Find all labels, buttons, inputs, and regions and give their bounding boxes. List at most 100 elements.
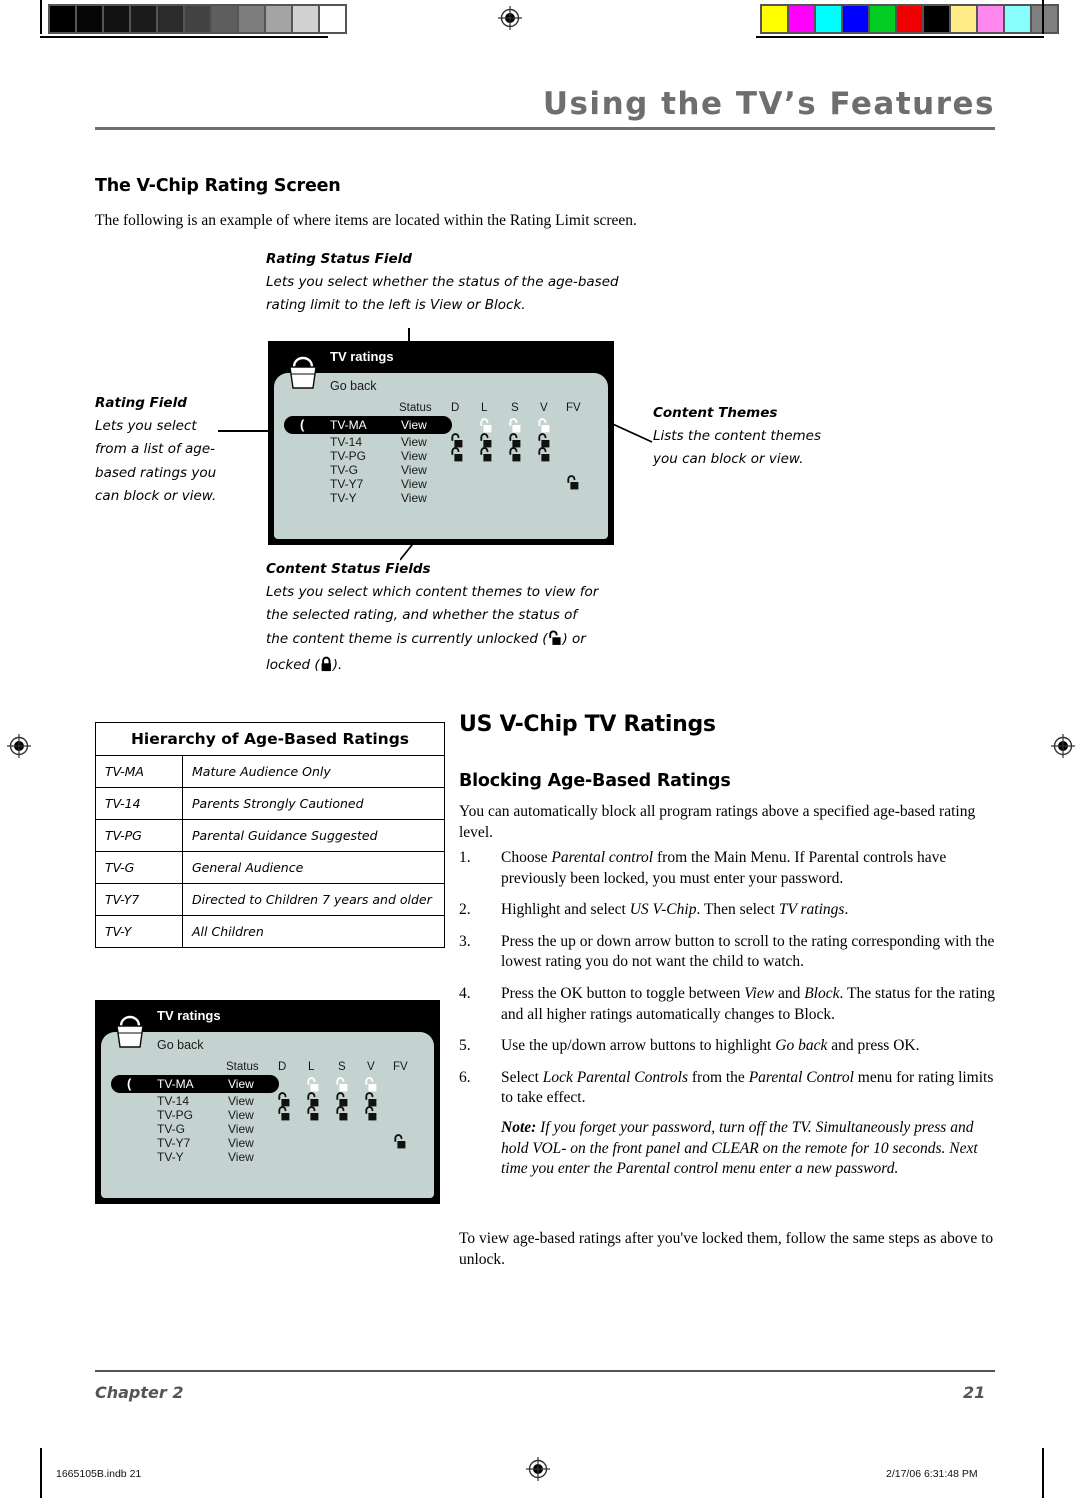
list-item-text-post: . [844,901,849,919]
table-cell-code: TV-14 [95,787,183,820]
unlocked-lock-icon[interactable] [392,1133,407,1155]
osd-go-back-item[interactable]: Go back [330,379,377,393]
list-item-emphasis-2: Parental Control [748,1068,854,1086]
print-file-name: 1665105B.indb 21 [56,1468,142,1480]
crop-mark-top-right-h [756,36,1044,38]
crop-mark-top-left-h [40,36,328,38]
table-cell-code: TV-G [95,851,183,884]
grayscale-calibration-bar [48,4,347,34]
locked-lock-icon [320,656,333,680]
blocking-steps-list: 1. Choose Parental control from the Main… [459,848,999,1191]
subheading-blocking-age-based-ratings: Blocking Age-Based Ratings [459,771,731,791]
gray-swatch-2 [104,6,129,32]
unlocked-lock-icon[interactable] [507,446,522,468]
osd-col-header-l: L [308,1061,315,1073]
table-cell-desc: Directed to Children 7 years and older [182,883,445,916]
unlocked-lock-icon[interactable] [536,446,551,468]
osd-row-label: TV-MA [157,1077,194,1091]
table-row: TV-G General Audience [95,851,445,884]
list-item-text-pre: Select [501,1068,543,1086]
registration-mark-right [1050,733,1076,759]
color-swatch-5 [897,6,922,32]
list-item-text-pre: Press the up or down arrow button to scr… [501,932,995,971]
osd-row-status[interactable]: View [228,1108,254,1122]
osd-selection-marker: ( [127,1076,132,1091]
gray-swatch-0 [50,6,75,32]
osd-row-highlight[interactable]: ( TV-MA View [111,1075,279,1093]
table-cell-code: TV-MA [95,755,183,788]
unlocked-lock-icon [547,630,562,654]
leader-line-rating-status-vertical [408,328,410,342]
callout-line-1: Lets you select [95,418,197,435]
print-timestamp: 2/17/06 6:31:48 PM [886,1468,978,1480]
gray-swatch-1 [77,6,102,32]
osd-row-status[interactable]: View [228,1122,254,1136]
color-calibration-bar [760,4,1059,34]
list-item-emphasis-2: TV ratings [778,901,845,919]
osd-row-status[interactable]: View [401,477,427,491]
osd-row-label: TV-PG [157,1108,194,1122]
color-swatch-0 [762,6,787,32]
callout-title: Rating Field [95,395,187,411]
table-row: TV-Y All Children [95,915,445,948]
callout-line-2: you can block or view. [653,451,804,468]
crop-mark-bottom-left [40,1448,42,1498]
color-swatch-6 [924,6,949,32]
registration-mark-bottom-center [525,1456,551,1482]
osd-row-label: TV-G [157,1122,186,1136]
osd-row-status[interactable]: View [401,435,427,449]
color-swatch-10 [1032,6,1057,32]
list-item-emphasis-1: View [744,985,775,1003]
color-swatch-1 [789,6,814,32]
callout-line-3: the content theme is currently unlocked … [266,628,666,654]
table-header-row: Hierarchy of Age-Based Ratings [95,722,445,756]
osd-panel [101,1032,434,1198]
unlocked-lock-icon[interactable] [449,446,464,468]
gray-swatch-8 [266,6,291,32]
callout-rating-status-field: Rating Status Field Lets you select whet… [266,248,666,318]
table-cell-desc: Mature Audience Only [182,755,445,788]
list-item-number: 6. [459,1068,471,1086]
table-row: TV-Y7 Directed to Children 7 years and o… [95,883,445,916]
list-item-emphasis-1: Lock Parental Controls [542,1068,688,1086]
osd-go-back-item[interactable]: Go back [157,1038,204,1052]
osd-row-label: TV-Y7 [157,1136,191,1150]
unlocked-lock-icon[interactable] [334,1105,349,1127]
osd-row-status[interactable]: View [401,491,427,505]
osd-row-label: TV-MA [330,418,367,432]
osd-col-header-status: Status [226,1061,259,1073]
closing-paragraph: To view age-based ratings after you've l… [459,1230,994,1268]
unlocked-lock-icon[interactable] [565,474,580,496]
callout-title: Rating Status Field [266,251,412,267]
osd-row-status[interactable]: View [228,1094,254,1108]
gray-swatch-4 [158,6,183,32]
osd-row-status[interactable]: View [401,463,427,477]
table-row: TV-PG Parental Guidance Suggested [95,819,445,852]
unlocked-lock-icon[interactable] [276,1105,291,1127]
osd-row-status[interactable]: View [228,1077,254,1091]
osd-row-label: TV-Y7 [330,477,364,491]
callout-line-2: from a list of age- [95,441,216,458]
osd-row-highlight[interactable]: ( TV-MA View [284,416,452,434]
gray-swatch-9 [293,6,318,32]
hierarchy-of-age-based-ratings-table: Hierarchy of Age-Based Ratings TV-MA Mat… [95,722,445,948]
table-cell-code: TV-Y7 [95,883,183,916]
list-item-text-mid: from the [688,1068,749,1086]
osd-row-status[interactable]: View [401,418,427,432]
osd-panel [274,373,608,539]
osd-col-header-l: L [481,402,488,414]
unlocked-lock-icon[interactable] [305,1105,320,1127]
crop-mark-top-right [1042,0,1044,34]
list-item-text-mid: and press OK. [827,1037,920,1055]
list-item-text-pre: Use the up/down arrow buttons to highlig… [501,1037,776,1055]
osd-row-status[interactable]: View [228,1136,254,1150]
osd-row-label: TV-Y [157,1150,184,1164]
unlocked-lock-icon[interactable] [363,1105,378,1127]
section-heading-vchip-rating-screen: The V-Chip Rating Screen [95,176,341,196]
callout-content-themes: Content Themes Lists the content themes … [653,402,883,472]
crop-mark-bottom-right [1042,1448,1044,1498]
list-item-text-mid: and [774,985,805,1003]
unlocked-lock-icon[interactable] [478,446,493,468]
osd-row-status[interactable]: View [401,449,427,463]
osd-row-status[interactable]: View [228,1150,254,1164]
